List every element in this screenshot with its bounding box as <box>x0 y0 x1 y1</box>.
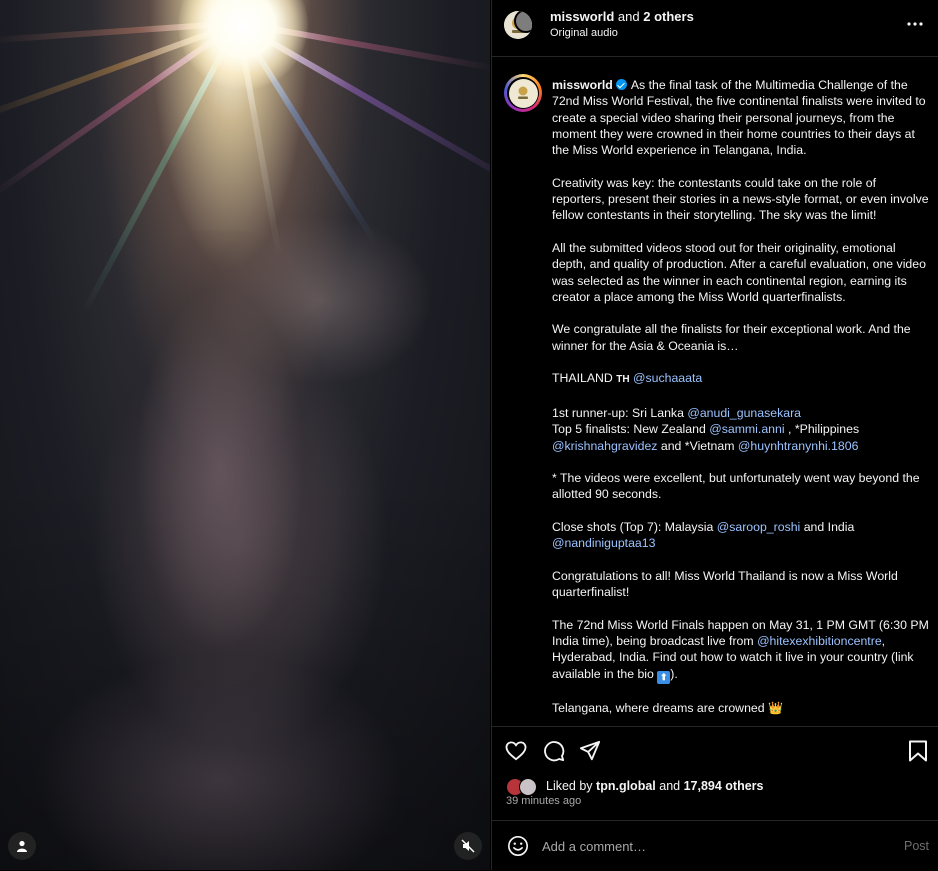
mention-link[interactable]: @krishnahgravidez <box>552 439 657 453</box>
speaker-muted-icon <box>461 839 475 853</box>
emoji-button[interactable] <box>506 834 530 858</box>
close-and: and India <box>803 520 855 535</box>
caption-p2: Creativity was key: the contestants coul… <box>552 175 929 223</box>
audio-label[interactable]: Original audio <box>550 27 618 39</box>
top5-label: Top 5 finalists: New Zealand <box>552 422 706 437</box>
more-options-button[interactable] <box>905 14 925 34</box>
save-button[interactable] <box>906 739 930 763</box>
post-media[interactable] <box>0 0 490 870</box>
comment-button[interactable] <box>542 739 566 763</box>
mention-link[interactable]: @hitexexhibitioncentre <box>757 634 882 648</box>
comment-input[interactable] <box>542 835 872 857</box>
mention-link[interactable]: @saroop_roshi <box>717 520 801 534</box>
media-figure <box>70 230 370 870</box>
mention-link[interactable]: @huynhtranynhi.1806 <box>738 439 859 453</box>
top5-and: and *Vietnam <box>660 438 735 453</box>
share-button[interactable] <box>578 739 602 763</box>
caption-section: missworld As the final task of the Multim… <box>492 57 938 725</box>
avatar <box>519 778 537 796</box>
header-others[interactable]: 2 others <box>643 9 694 24</box>
mention-link[interactable]: @sammi.anni <box>709 422 784 436</box>
finals-end: ). <box>670 666 678 681</box>
mute-button[interactable] <box>454 832 482 860</box>
missworld-logo-icon <box>518 86 528 99</box>
post-timestamp[interactable]: 39 minutes ago <box>506 795 581 807</box>
flag-th-icon: TH <box>616 374 630 386</box>
action-bar <box>492 726 938 771</box>
comment-icon <box>544 741 565 762</box>
caption-avatar[interactable] <box>504 74 542 112</box>
heart-icon <box>505 741 527 761</box>
mention-link[interactable]: @suchaaata <box>633 371 702 385</box>
header-and: and <box>617 9 640 24</box>
up-arrow-icon: ⬆ <box>657 670 671 684</box>
more-horizontal-icon <box>907 22 923 26</box>
crown-icon: 👑 <box>768 700 783 715</box>
header-username[interactable]: missworld <box>550 9 614 24</box>
caption-closing: Telangana, where dreams are crowned <box>552 700 765 715</box>
person-icon <box>17 840 27 852</box>
liker-username[interactable]: tpn.global <box>596 779 656 793</box>
tagged-users-button[interactable] <box>8 832 36 860</box>
post-header: missworld and 2 others Original audio <box>492 0 938 57</box>
mention-link[interactable]: @anudi_gunasekara <box>687 406 801 420</box>
caption-text: missworld As the final task of the Multim… <box>552 77 930 725</box>
liker-avatars[interactable] <box>506 777 540 796</box>
smiley-icon <box>508 836 528 856</box>
close-label: Close shots (Top 7): Malaysia <box>552 520 714 535</box>
likes-count[interactable]: 17,894 others <box>684 779 764 793</box>
post-panel: missworld and 2 others Original audio mi… <box>491 0 938 870</box>
avatar[interactable] <box>504 11 532 39</box>
runnerup-label: 1st runner-up: Sri Lanka <box>552 405 684 420</box>
likes-prefix: Liked by <box>546 779 593 793</box>
comment-bar: Post <box>492 820 938 871</box>
share-icon <box>579 740 601 761</box>
post-comment-button[interactable]: Post <box>904 839 929 853</box>
caption-p4: We congratulate all the finalists for th… <box>552 322 911 353</box>
caption-username[interactable]: missworld <box>552 78 613 92</box>
bookmark-icon <box>909 740 927 762</box>
mention-link[interactable]: @nandiniguptaa13 <box>552 536 655 550</box>
winner-country: THAILAND <box>552 371 613 386</box>
like-button[interactable] <box>504 739 528 763</box>
caption-note: * The videos were excellent, but unfortu… <box>552 471 920 502</box>
top5-mid: , *Philippines <box>788 422 860 437</box>
likes-and: and <box>659 779 681 793</box>
caption-congrats: Congratulations to all! Miss World Thail… <box>552 568 898 600</box>
likes-summary: Liked by tpn.global and 17,894 others <box>506 777 764 796</box>
verified-badge-icon <box>615 79 627 90</box>
caption-p3: All the submitted videos stood out for t… <box>552 240 926 304</box>
